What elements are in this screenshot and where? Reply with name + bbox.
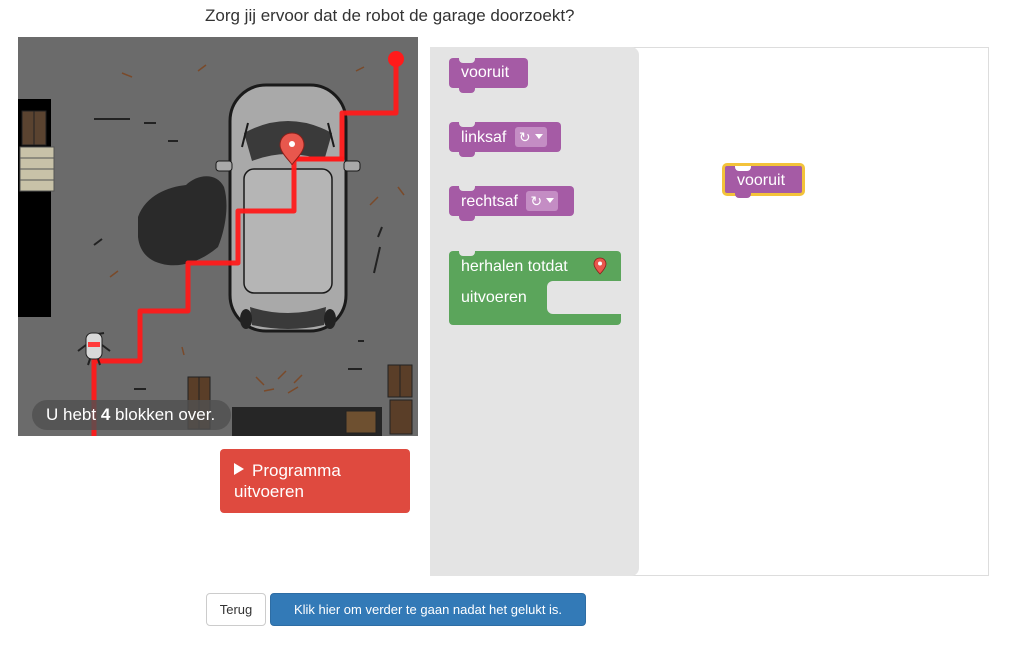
question-text: Zorg jij ervoor dat de robot de garage d… xyxy=(205,6,575,25)
turn-direction-dropdown[interactable]: ↻ xyxy=(526,191,559,211)
toolbox-block-forward[interactable]: vooruit xyxy=(449,58,528,93)
play-icon xyxy=(234,463,244,475)
block-notch xyxy=(459,186,475,191)
turn-direction-dropdown[interactable]: ↻ xyxy=(514,127,547,147)
game-canvas: U hebt 4 blokken over. xyxy=(18,37,418,436)
toolbox-block-turn-right[interactable]: rechtsaf ↻ xyxy=(449,186,574,221)
map-marker-icon xyxy=(593,257,607,275)
workspace-block-forward[interactable]: vooruit xyxy=(723,164,804,198)
chevron-down-icon xyxy=(546,198,555,203)
loop-statement-slot[interactable] xyxy=(547,281,621,314)
block-nub xyxy=(459,152,475,157)
block-nub xyxy=(459,88,475,93)
block-notch xyxy=(735,166,751,171)
garage-scene xyxy=(18,37,418,436)
remaining-blocks-label: U hebt 4 blokken over. xyxy=(32,400,232,430)
car xyxy=(215,83,361,333)
run-program-button[interactable]: Programma uitvoeren xyxy=(220,449,410,513)
block-notch xyxy=(459,251,475,256)
block-notch xyxy=(459,122,475,127)
toolbox-block-repeat-until[interactable]: herhalen totdat uitvoeren xyxy=(449,251,621,325)
continue-button[interactable]: Klik hier om verder te gaan nadat het ge… xyxy=(270,593,586,626)
block-nub xyxy=(735,193,751,198)
block-nub xyxy=(459,216,475,221)
chevron-down-icon xyxy=(534,134,543,139)
rotate-icon: ↻ xyxy=(518,129,531,145)
block-notch xyxy=(459,58,475,63)
back-button[interactable]: Terug xyxy=(206,593,266,626)
rotate-icon: ↻ xyxy=(530,193,543,209)
toolbox-block-turn-left[interactable]: linksaf ↻ xyxy=(449,122,561,157)
